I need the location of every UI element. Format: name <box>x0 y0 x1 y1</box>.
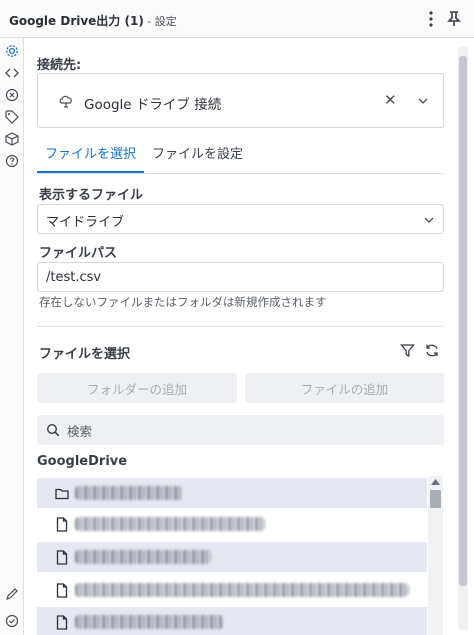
folder-icon <box>55 488 69 500</box>
refresh-icon[interactable] <box>424 343 440 358</box>
add-folder-button-label: フォルダーの追加 <box>86 381 187 397</box>
more-options-icon[interactable] <box>424 9 438 29</box>
chevron-down-icon <box>424 217 434 223</box>
window-title-text: Google Drive出力 (1) <box>9 14 144 28</box>
code-icon[interactable] <box>4 65 20 81</box>
file-icon <box>56 517 68 532</box>
gear-icon[interactable] <box>4 43 20 59</box>
panel-scrollbar-thumb[interactable] <box>459 56 467 586</box>
files-to-show-select[interactable]: マイドライブ <box>37 204 444 234</box>
search-placeholder: 検索 <box>67 424 93 439</box>
close-circle-icon[interactable] <box>4 87 20 103</box>
file-path-input[interactable] <box>37 262 444 292</box>
window-subtitle: - 設定 <box>143 15 177 28</box>
tree-row-file[interactable] <box>37 607 427 635</box>
files-to-show-label: 表示するファイル <box>39 188 144 203</box>
connection-select[interactable]: Google ドライブ 接続 ✕ <box>37 73 444 128</box>
file-icon <box>56 583 68 598</box>
file-icon <box>56 550 68 565</box>
file-tree-list <box>37 476 427 635</box>
section-divider <box>37 326 444 327</box>
tree-row-folder[interactable] <box>37 478 427 508</box>
file-tree-scrollbar-thumb[interactable] <box>430 490 441 508</box>
tab-select-file[interactable]: ファイルを選択 <box>37 143 145 173</box>
help-icon[interactable] <box>4 153 20 169</box>
tab-bar: ファイルを選択 ファイルを設定 <box>37 136 444 174</box>
connection-label: 接続先: <box>37 58 82 73</box>
add-file-button[interactable]: ファイルの追加 <box>245 373 444 403</box>
file-path-label: ファイルパス <box>39 246 118 261</box>
tree-row-name <box>75 615 223 629</box>
tree-title: GoogleDrive <box>37 454 128 469</box>
chevron-down-icon[interactable] <box>416 94 430 108</box>
search-icon <box>46 423 60 437</box>
tree-row-name <box>75 550 211 564</box>
cloud-connection-icon <box>59 95 72 108</box>
tree-row-file[interactable] <box>37 542 427 572</box>
check-circle-icon[interactable] <box>4 613 20 629</box>
file-path-hint: 存在しないファイルまたはフォルダは新規作成されます <box>39 295 327 309</box>
left-icon-rail <box>0 38 24 635</box>
clear-icon[interactable]: ✕ <box>384 91 398 109</box>
tree-row-file[interactable] <box>37 575 427 605</box>
scroll-up-arrow-icon[interactable] <box>431 479 440 485</box>
panel-scrollbar[interactable] <box>458 46 468 630</box>
tree-row-file[interactable] <box>37 509 427 539</box>
window-titlebar: Google Drive出力 (1) - 設定 <box>0 0 474 38</box>
window-title: Google Drive出力 (1) - 設定 <box>9 12 177 29</box>
tree-row-name <box>75 517 265 531</box>
tag-icon[interactable] <box>4 109 20 125</box>
filter-icon[interactable] <box>400 343 415 358</box>
tree-row-name <box>75 486 183 500</box>
tree-row-name <box>75 583 409 597</box>
file-tree-scrollbar[interactable] <box>428 476 443 635</box>
search-input[interactable]: 検索 <box>37 415 444 445</box>
file-icon <box>56 615 68 630</box>
cube-icon[interactable] <box>4 131 20 147</box>
add-file-button-label: ファイルの追加 <box>300 381 389 397</box>
tab-file-settings[interactable]: ファイルを設定 <box>144 143 251 173</box>
pin-icon[interactable] <box>447 11 461 27</box>
select-file-heading: ファイルを選択 <box>39 347 131 362</box>
add-folder-button[interactable]: フォルダーの追加 <box>37 373 237 403</box>
files-to-show-value: マイドライブ <box>46 215 125 230</box>
edit-icon[interactable] <box>4 586 20 602</box>
connection-value: Google ドライブ 接続 <box>84 97 222 113</box>
